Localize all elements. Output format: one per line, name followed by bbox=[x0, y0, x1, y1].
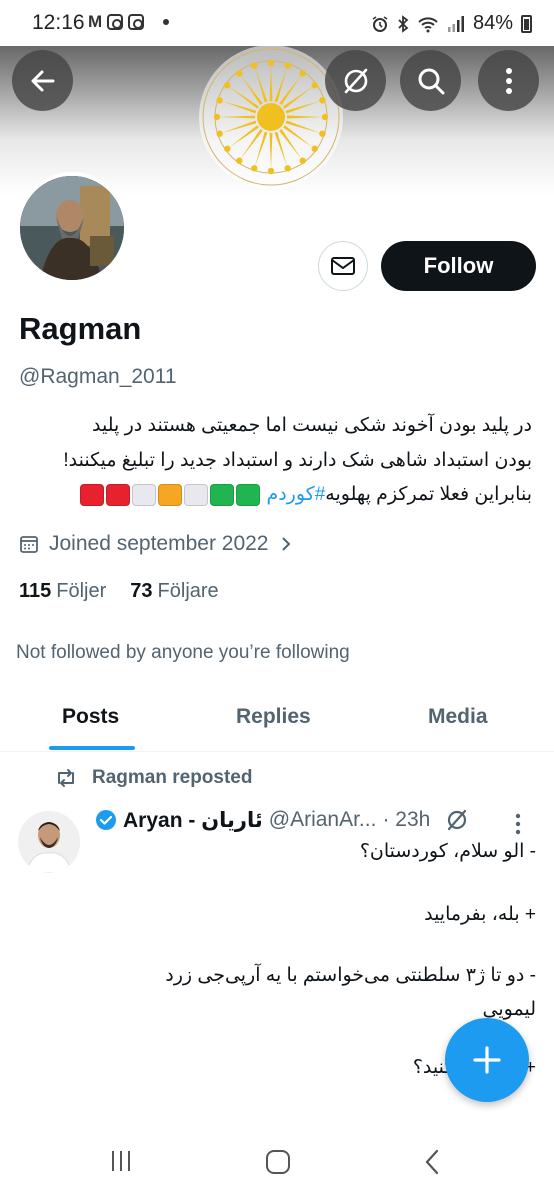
status-time: 12:16 bbox=[32, 11, 85, 34]
system-nav-bar bbox=[0, 1126, 554, 1200]
profile-name: Ragman bbox=[19, 311, 142, 346]
profile-avatar[interactable] bbox=[16, 172, 128, 284]
bio-line-2: بودن استبداد شاهی شک دارند و استبداد جدی… bbox=[63, 450, 532, 471]
verified-badge-icon bbox=[96, 810, 116, 830]
message-button[interactable] bbox=[318, 241, 368, 291]
instagram-icon bbox=[128, 14, 145, 30]
bio-hashtag[interactable]: #کوردم bbox=[266, 483, 325, 506]
bio-flag-squares bbox=[80, 483, 261, 506]
post-text-line: لیمویی bbox=[482, 999, 536, 1020]
banner-emblem bbox=[199, 45, 343, 189]
post-avatar-image bbox=[18, 811, 80, 873]
flag-square bbox=[106, 483, 131, 506]
post-time: · 23h bbox=[382, 808, 431, 831]
profile-tabs: Posts Replies Media bbox=[0, 690, 554, 752]
following-label: Följer bbox=[56, 580, 107, 602]
post-text-line: - دو تا ژ۳ سلطنتی می‌خواستم با یه آرپی‌ج… bbox=[165, 965, 536, 986]
post-more-icon[interactable] bbox=[514, 812, 522, 836]
flag-square bbox=[80, 483, 105, 506]
joined-text: Joined september 2022 bbox=[49, 532, 269, 555]
bluetooth-icon bbox=[398, 14, 409, 33]
follow-stats: 115 Följer 73 Följare bbox=[19, 580, 219, 603]
notification-icons: M bbox=[88, 12, 170, 31]
back-button[interactable] bbox=[12, 50, 73, 111]
battery-percent: 84% bbox=[472, 12, 513, 34]
mail-icon bbox=[331, 257, 355, 275]
home-icon bbox=[266, 1150, 290, 1174]
recents-button[interactable] bbox=[108, 1148, 134, 1174]
follow-button[interactable]: Follow bbox=[381, 241, 536, 291]
more-vertical-icon bbox=[505, 67, 512, 94]
more-button[interactable] bbox=[478, 50, 539, 111]
grok-button[interactable] bbox=[325, 50, 386, 111]
not-followed-text: Not followed by anyone you’re following bbox=[16, 642, 350, 663]
grok-icon bbox=[344, 68, 367, 93]
active-tab-indicator bbox=[49, 746, 135, 750]
back-icon bbox=[425, 1149, 439, 1175]
search-button[interactable] bbox=[400, 50, 461, 111]
compose-button[interactable] bbox=[445, 1018, 529, 1102]
dot-icon bbox=[163, 19, 170, 25]
arrow-left-icon bbox=[31, 70, 54, 91]
repost-icon bbox=[58, 769, 74, 787]
status-bar: 12:16 M 84% bbox=[0, 0, 554, 46]
wifi-icon bbox=[418, 16, 438, 32]
flag-square bbox=[210, 483, 235, 506]
grok-icon[interactable] bbox=[444, 807, 470, 833]
gmail-icon: M bbox=[88, 12, 103, 31]
followers-count: 73 bbox=[130, 580, 153, 602]
post-author-avatar[interactable] bbox=[18, 811, 80, 873]
home-button[interactable] bbox=[264, 1148, 292, 1176]
post-author-name[interactable]: Aryan - ئاریان bbox=[123, 808, 263, 833]
post-author-handle: @ArianAr... bbox=[268, 808, 377, 831]
joined-row[interactable]: Joined september 2022 bbox=[19, 532, 293, 556]
profile-handle: @Ragman_2011 bbox=[19, 365, 177, 388]
flag-square bbox=[184, 483, 209, 506]
instagram-icon bbox=[107, 14, 124, 30]
tab-media[interactable]: Media bbox=[428, 705, 488, 729]
flag-square bbox=[236, 483, 261, 506]
followers-label: Följare bbox=[157, 580, 219, 602]
system-icons: 84% bbox=[371, 12, 532, 35]
battery-icon bbox=[521, 14, 532, 33]
avatar-image bbox=[20, 176, 124, 280]
tab-replies[interactable]: Replies bbox=[236, 705, 311, 729]
following-stat[interactable]: 115 Följer bbox=[19, 580, 106, 603]
recents-icon bbox=[112, 1151, 130, 1171]
back-nav-button[interactable] bbox=[422, 1148, 442, 1176]
post-text-line: - الو سلام، کوردستان؟ bbox=[359, 841, 536, 862]
bio-line-1: در پلید بودن آخوند شکی نیست اما جمعیتی ه… bbox=[92, 415, 532, 436]
flag-square bbox=[158, 483, 183, 506]
profile-banner bbox=[0, 36, 554, 196]
chevron-right-icon bbox=[281, 537, 290, 551]
repost-label: Ragman reposted bbox=[92, 767, 253, 788]
post-text-line: + بله، بفرمایید bbox=[424, 904, 536, 925]
plus-icon bbox=[473, 1046, 501, 1074]
bio-line-3: بنابراین فعلا تمرکزم پهلویه #کوردم bbox=[16, 483, 532, 506]
following-count: 115 bbox=[19, 580, 52, 602]
signal-icon bbox=[447, 15, 464, 32]
calendar-icon bbox=[20, 536, 38, 553]
alarm-icon bbox=[372, 15, 388, 32]
followers-stat[interactable]: 73 Följare bbox=[130, 580, 218, 603]
flag-square bbox=[132, 483, 157, 506]
bio-line-3-text: بنابراین فعلا تمرکزم پهلویه bbox=[325, 484, 532, 505]
tab-posts[interactable]: Posts bbox=[62, 705, 119, 729]
search-icon bbox=[418, 68, 444, 94]
post-header: Aryan - ئاریان @ArianAr... · 23h bbox=[95, 807, 470, 833]
repost-indicator: Ragman reposted bbox=[54, 767, 252, 789]
